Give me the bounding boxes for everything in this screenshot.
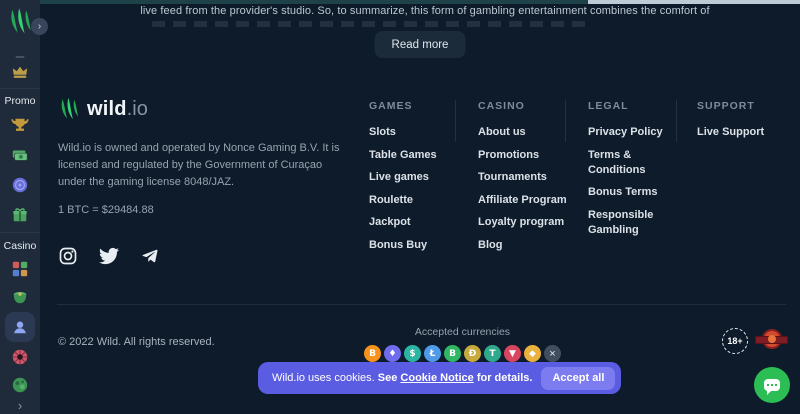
sidebar: Promo Casino › [0,0,40,414]
sidebar-item-live-dealer[interactable] [5,312,35,342]
wild-logo-icon[interactable] [7,6,33,38]
cookie-see: See [378,372,401,384]
footer-nav: GAMES Slots Table Games Live games Roule… [369,100,797,260]
accept-all-button[interactable]: Accept all [541,367,615,390]
brand-tld: .io [127,98,148,120]
footer-divider [57,304,786,305]
footer-link[interactable]: Promotions [478,148,570,163]
dogecoin-icon[interactable]: Ð [464,345,481,362]
sidebar-more-chevron-icon[interactable]: › [18,398,22,413]
binance-coin-icon[interactable]: ◆ [524,345,541,362]
footer-link[interactable]: Bonus Terms [588,185,680,200]
wild-logo-icon [58,96,80,123]
footer-col-casino: CASINO About us Promotions Tournaments A… [478,100,588,260]
footer-link[interactable]: Jackpot [369,215,461,230]
cookie-notice-link[interactable]: Cookie Notice [400,372,473,384]
cookie-banner: Wild.io uses cookies. See Cookie Notice … [258,362,621,394]
gift-icon[interactable] [11,206,29,224]
footer-col-games: GAMES Slots Table Games Live games Roule… [369,100,478,260]
page: live feed from the provider's studio. So… [0,0,800,414]
license-text: Wild.io is owned and operated by Nonce G… [58,140,340,191]
footer-col-support: SUPPORT Live Support [697,100,797,260]
age-18-badge: 18+ [722,328,748,354]
footer-link[interactable]: Roulette [369,193,461,208]
column-divider [455,100,456,142]
article-text: live feed from the provider's studio. So… [60,5,790,17]
telegram-icon[interactable] [140,246,160,266]
stablecoin-icon[interactable]: $ [404,345,421,362]
coin-icon[interactable] [11,176,29,194]
live-dealer-icon [11,318,29,336]
bonus-ball-icon[interactable] [11,376,29,394]
faded-text-line [152,21,590,27]
btc-rate: 1 BTC = $29484.88 [58,204,154,216]
cashback-icon[interactable] [11,146,29,164]
col-title: GAMES [369,100,478,112]
footer-logo[interactable]: wild.io [58,96,148,123]
sidebar-separator [0,232,40,233]
col-title: SUPPORT [697,100,797,112]
crown-icon[interactable] [11,63,29,81]
footer-link[interactable]: Live Support [697,125,789,140]
social-links [58,246,160,266]
footer-link[interactable]: Privacy Policy [588,125,680,140]
close-icon[interactable]: × [544,345,561,362]
footer-link[interactable]: Live games [369,170,461,185]
col-title: CASINO [478,100,588,112]
footer-link[interactable]: Responsible Gambling [588,208,680,238]
ethereum-icon[interactable]: ♦ [384,345,401,362]
sidebar-section-promo: Promo [5,95,36,107]
footer-col-legal: LEGAL Privacy Policy Terms & Conditions … [588,100,697,260]
footer-link[interactable]: Bonus Buy [369,238,461,253]
footer-link[interactable]: Loyalty program [478,215,570,230]
bitcoin-cash-icon[interactable]: B [444,345,461,362]
accepted-currencies: Accepted currencies B ♦ $ Ł B Ð T ▼ ◆ × [360,326,565,362]
footer-badges: 18+ [722,327,788,355]
footer-link[interactable]: Tournaments [478,170,570,185]
instagram-icon[interactable] [58,246,78,266]
column-divider [565,100,566,142]
footer-link[interactable]: Slots [369,125,461,140]
slots-icon[interactable] [11,260,29,278]
column-divider [676,100,677,142]
sidebar-expand-button[interactable]: › [31,18,48,35]
footer-link[interactable]: Table Games [369,148,461,163]
twitter-icon[interactable] [99,246,119,266]
tron-icon[interactable]: ▼ [504,345,521,362]
bitcoin-icon[interactable]: B [364,345,381,362]
footer-link[interactable]: Blog [478,238,570,253]
sidebar-section-casino: Casino [4,240,37,252]
read-more-button[interactable]: Read more [375,31,466,58]
sidebar-separator [0,88,40,89]
top-edge-strip-light [588,0,800,4]
litecoin-icon[interactable]: Ł [424,345,441,362]
cookie-prefix: Wild.io uses cookies. [272,372,378,384]
brand-name: wild [87,98,127,120]
sidebar-divider-dash [16,56,25,58]
footer-link[interactable]: Affiliate Program [478,193,570,208]
chat-bubble-icon [764,379,780,391]
copyright-text: © 2022 Wild. All rights reserved. [58,336,215,348]
live-chat-button[interactable] [754,367,790,403]
curacao-license-badge[interactable] [755,327,788,355]
roulette-icon[interactable] [11,348,29,366]
tether-icon[interactable]: T [484,345,501,362]
trophy-icon[interactable] [11,116,29,134]
top-edge-strip [0,0,588,4]
footer-link[interactable]: About us [478,125,570,140]
currencies-label: Accepted currencies [360,326,565,338]
col-title: LEGAL [588,100,697,112]
cookie-suffix: for details. [474,372,533,384]
jackpot-icon[interactable] [11,288,29,306]
footer-link[interactable]: Terms & Conditions [588,148,680,178]
cookie-text: Wild.io uses cookies. See Cookie Notice … [272,372,532,384]
